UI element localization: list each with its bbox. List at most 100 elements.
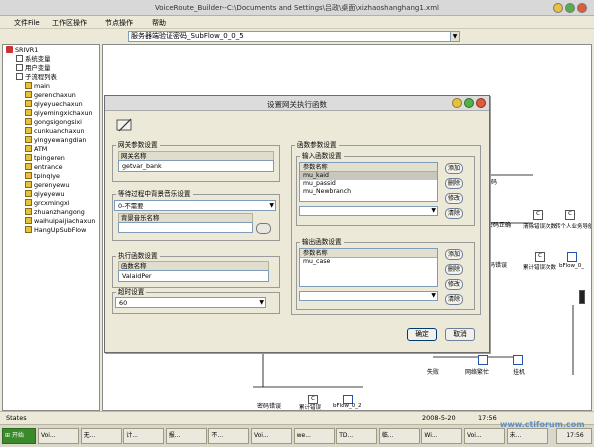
- subflow-icon: [25, 145, 32, 152]
- taskbar-item[interactable]: TD...: [336, 428, 378, 444]
- dialog-titlebar: 设置网关执行函数: [105, 96, 489, 111]
- tree-item-subflow[interactable]: tpingeren: [25, 154, 65, 163]
- canvas-label: 挂机: [513, 369, 526, 376]
- taskbar-item[interactable]: 不...: [208, 428, 250, 444]
- param-header: 参数名称: [300, 163, 437, 172]
- output-edit-button[interactable]: 修改: [445, 279, 463, 290]
- flow-node-icon[interactable]: [513, 355, 523, 365]
- taskbar-item[interactable]: we...: [293, 428, 335, 444]
- tree-item-subflow[interactable]: tpinqiye: [25, 172, 60, 181]
- flow-node-icon[interactable]: C: [565, 210, 575, 220]
- subflow-icon: [25, 82, 32, 89]
- chevron-down-icon[interactable]: ▼: [431, 207, 436, 215]
- output-param-row[interactable]: mu_case: [300, 258, 437, 266]
- chevron-down-icon[interactable]: ▼: [450, 32, 459, 41]
- flow-node-icon[interactable]: [579, 290, 585, 304]
- flow-node-icon[interactable]: [567, 252, 577, 262]
- input-param-row[interactable]: mu_Newbranch: [300, 188, 437, 196]
- ok-button[interactable]: 确定: [407, 328, 437, 341]
- tree-subflow-list[interactable]: 子流程列表: [16, 73, 57, 82]
- output-clear-button[interactable]: 清除: [445, 294, 463, 305]
- start-button[interactable]: ⊞ 开始: [2, 428, 36, 444]
- gateway-name-input[interactable]: getvar_bank: [118, 160, 274, 172]
- tree-item-subflow[interactable]: gongsigongsixi: [25, 118, 82, 127]
- tree-item-subflow[interactable]: qiyeyewu: [25, 190, 65, 199]
- tree-root[interactable]: SRIVR1: [6, 46, 38, 55]
- browse-button[interactable]: [256, 223, 271, 234]
- output-param-combo[interactable]: ▼: [299, 291, 438, 301]
- wait-music-combo[interactable]: 0-不需要 ▼: [114, 200, 276, 211]
- tree-item-subflow[interactable]: qiyemingxichaxun: [25, 109, 93, 118]
- minimize-icon[interactable]: [553, 3, 563, 13]
- tree-item-subflow[interactable]: ATM: [25, 145, 47, 154]
- tree-item-subflow[interactable]: cunkuanchaxun: [25, 127, 85, 136]
- window-title: VoiceRoute_Builder--C:\Documents and Set…: [155, 4, 439, 12]
- tree-item-subflow[interactable]: waihuipaijiachaxun: [25, 217, 95, 226]
- func-name-input[interactable]: ValaidPer: [118, 270, 269, 282]
- cancel-button[interactable]: 取消: [445, 328, 475, 341]
- flow-node-icon[interactable]: C: [533, 210, 543, 220]
- tree-item-subflow[interactable]: grcxmingxi: [25, 199, 70, 208]
- taskbar-item[interactable]: Wi...: [421, 428, 463, 444]
- input-params-list[interactable]: 参数名称 mu_kaid mu_passid mu_Newbranch: [299, 162, 438, 202]
- tree-user-vars[interactable]: 用户变量: [16, 64, 51, 73]
- subflow-icon: [25, 163, 32, 170]
- output-params-list[interactable]: 参数名称 mu_case: [299, 248, 438, 287]
- taskbar-item[interactable]: 无...: [80, 428, 122, 444]
- taskbar-item[interactable]: Voi...: [38, 428, 79, 444]
- canvas-label: 失败: [427, 369, 440, 376]
- input-param-row[interactable]: mu_passid: [300, 180, 437, 188]
- menu-workspace[interactable]: 工作区操作: [52, 18, 87, 28]
- tree-item-subflow[interactable]: HangUpSubFlow: [25, 226, 86, 235]
- input-clear-button[interactable]: 清除: [445, 208, 463, 219]
- canvas-label: 密码正确: [487, 222, 512, 229]
- close-icon[interactable]: [476, 98, 486, 108]
- flow-tree: SRIVR1 系统变量 用户变量 子流程列表 main gerenchaxun qi…: [2, 44, 100, 411]
- tree-item-subflow[interactable]: gerenyewu: [25, 181, 69, 190]
- input-param-combo[interactable]: ▼: [299, 206, 438, 216]
- taskbar-item[interactable]: 计...: [123, 428, 165, 444]
- timeout-combo[interactable]: 60 ▼: [115, 297, 266, 308]
- window-titlebar: VoiceRoute_Builder--C:\Documents and Set…: [0, 0, 594, 16]
- chevron-down-icon[interactable]: ▼: [269, 201, 274, 210]
- maximize-icon[interactable]: [464, 98, 474, 108]
- minimize-icon[interactable]: [452, 98, 462, 108]
- tree-system-vars[interactable]: 系统变量: [16, 55, 51, 64]
- watermark: www.ctiforum.com: [500, 420, 585, 429]
- maximize-icon[interactable]: [565, 3, 575, 13]
- taskbar-item[interactable]: Voi...: [464, 428, 505, 444]
- output-params-group-label: 输出函数设置: [300, 238, 344, 246]
- flow-node-icon[interactable]: [478, 355, 488, 365]
- gateway-tool-icon: [116, 118, 132, 132]
- menu-file[interactable]: 文件File: [14, 18, 40, 28]
- output-delete-button[interactable]: 删除: [445, 264, 463, 275]
- close-icon[interactable]: [577, 3, 587, 13]
- flow-combo[interactable]: 服务器端验证密码_SubFlow_0_0_5 ▼: [128, 31, 460, 42]
- taskbar-item[interactable]: Voi...: [251, 428, 292, 444]
- flow-node-icon[interactable]: C: [535, 252, 545, 262]
- menu-node[interactable]: 节点操作: [105, 18, 133, 28]
- tree-item-subflow[interactable]: qiyeyuechaxun: [25, 100, 83, 109]
- taskbar-item[interactable]: 未...: [506, 428, 548, 444]
- canvas-label: 累计错误次数: [523, 265, 557, 271]
- tree-item-subflow[interactable]: gerenchaxun: [25, 91, 76, 100]
- input-delete-button[interactable]: 删除: [445, 178, 463, 189]
- bg-music-input[interactable]: [118, 222, 253, 233]
- taskbar-item[interactable]: 报...: [165, 428, 207, 444]
- wait-music-group-label: 等待过程中背景音乐设置: [116, 190, 193, 198]
- menu-help[interactable]: 帮助: [152, 18, 166, 28]
- input-param-row[interactable]: mu_kaid: [300, 172, 437, 180]
- tree-item-subflow[interactable]: entrance: [25, 163, 63, 172]
- output-add-button[interactable]: 添加: [445, 249, 463, 260]
- subflow-icon: [25, 172, 32, 179]
- chevron-down-icon[interactable]: ▼: [259, 298, 264, 307]
- input-add-button[interactable]: 添加: [445, 163, 463, 174]
- flow-selector-row: 服务器端验证密码_SubFlow_0_0_5 ▼: [0, 29, 594, 43]
- subflow-icon: [25, 154, 32, 161]
- chevron-down-icon[interactable]: ▼: [431, 292, 436, 300]
- input-edit-button[interactable]: 修改: [445, 193, 463, 204]
- tree-item-subflow[interactable]: main: [25, 82, 50, 91]
- tree-item-subflow[interactable]: yingyewangdian: [25, 136, 86, 145]
- tree-item-subflow[interactable]: zhuanzhangong: [25, 208, 85, 217]
- taskbar-item[interactable]: 临...: [378, 428, 420, 444]
